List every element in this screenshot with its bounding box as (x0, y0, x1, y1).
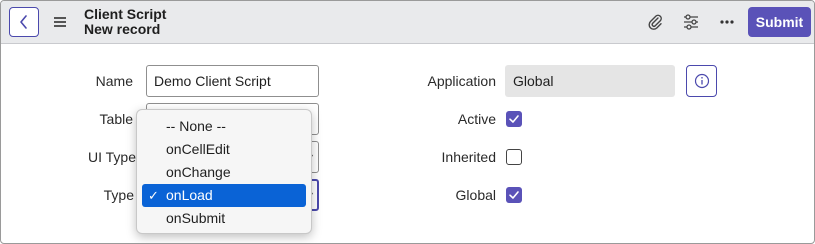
form-header: Client Script New record Submit (1, 1, 814, 44)
global-checkbox[interactable] (506, 187, 522, 203)
sliders-icon[interactable] (680, 11, 702, 33)
hamburger-menu-icon[interactable] (54, 17, 66, 27)
type-label: Type (103, 187, 134, 203)
more-options-icon[interactable] (716, 11, 738, 33)
ui-type-label: UI Type (88, 149, 136, 165)
record-title: Client Script New record (84, 7, 166, 37)
dropdown-option-none[interactable]: -- None -- (142, 115, 306, 138)
active-checkbox[interactable] (506, 111, 522, 127)
info-icon (694, 73, 709, 89)
page-title: Client Script (84, 6, 167, 22)
client-script-form-window: Client Script New record Submit Name Dem… (0, 0, 815, 244)
table-label: Table (99, 111, 133, 127)
application-label: Application (427, 73, 497, 89)
dropdown-option-onsubmit[interactable]: onSubmit (142, 207, 306, 230)
back-button[interactable] (9, 7, 39, 37)
application-field: Global (505, 65, 675, 97)
page-subtitle: New record (84, 21, 161, 37)
name-input[interactable] (146, 65, 319, 97)
inherited-label: Inherited (441, 149, 496, 165)
dropdown-option-onload[interactable]: ✓ onLoad (142, 184, 306, 207)
name-label: Name (95, 73, 133, 89)
dropdown-option-oncelledit[interactable]: onCellEdit (142, 138, 306, 161)
global-label: Global (455, 187, 496, 203)
paperclip-icon[interactable] (644, 11, 666, 33)
type-dropdown-list: -- None -- onCellEdit onChange ✓ onLoad … (136, 109, 312, 234)
dropdown-option-label: onLoad (166, 187, 213, 203)
inherited-checkbox[interactable] (506, 149, 522, 165)
application-info-button[interactable] (686, 65, 717, 97)
active-label: Active (457, 111, 496, 127)
submit-button[interactable]: Submit (748, 7, 811, 37)
checkmark-icon: ✓ (148, 188, 159, 203)
chevron-left-icon (20, 15, 27, 29)
dropdown-option-onchange[interactable]: onChange (142, 161, 306, 184)
